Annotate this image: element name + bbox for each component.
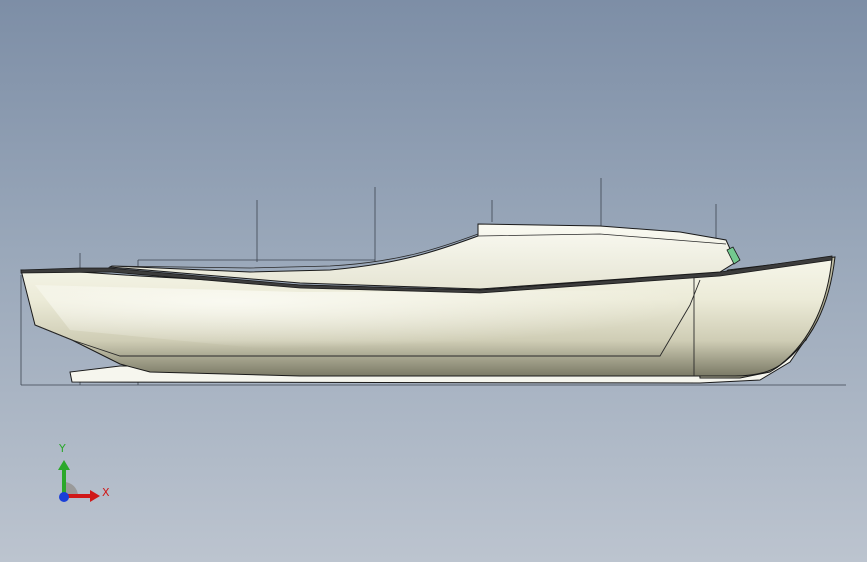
z-axis-dot [59, 492, 69, 502]
coordinate-triad: Y X [48, 440, 118, 510]
x-axis-label: X [102, 486, 110, 499]
y-axis-label: Y [59, 442, 66, 455]
boat-hull-model[interactable] [0, 0, 867, 562]
graphics-viewport[interactable]: Y X [0, 0, 867, 562]
x-arrow-head [90, 490, 100, 502]
y-arrow-head [58, 460, 70, 470]
